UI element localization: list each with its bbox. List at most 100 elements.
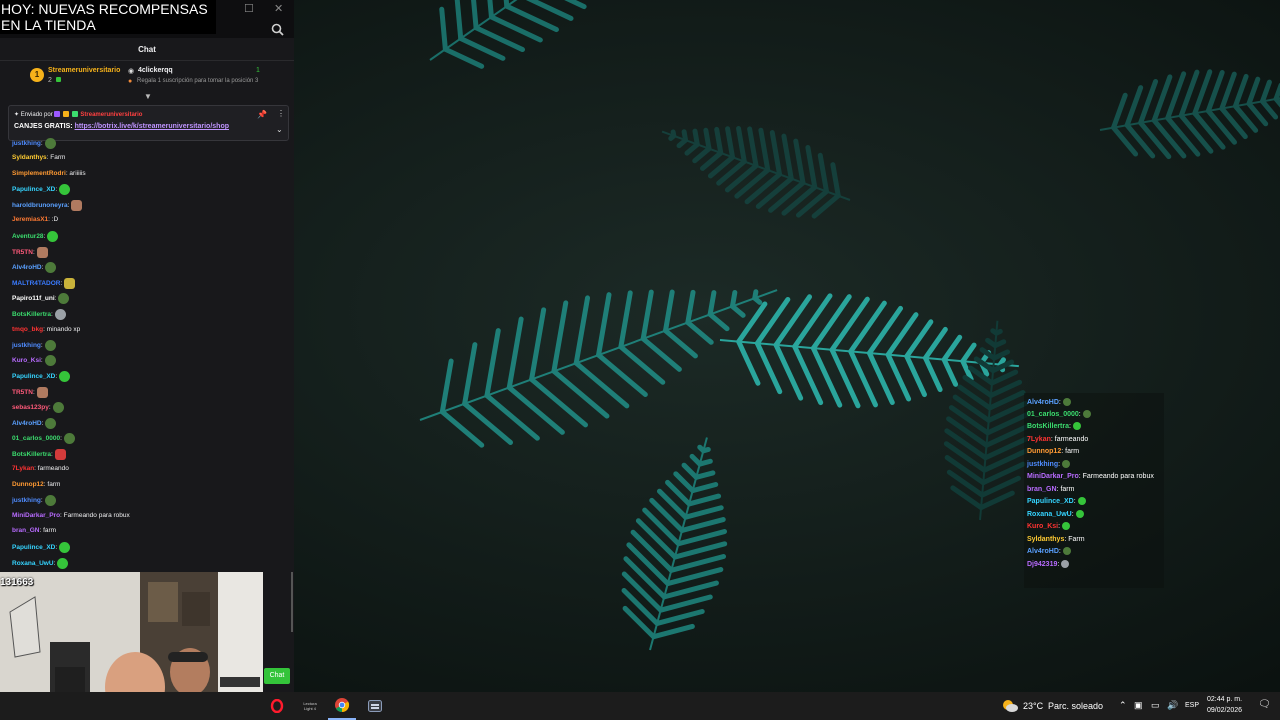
chat-username[interactable]: MiniDarkar_Pro	[12, 512, 60, 519]
chat-message: tmqo_bkg: minando xp	[12, 325, 80, 335]
overlay-username: 01_carlos_0000	[1027, 411, 1079, 418]
overlay-text: : Farmeando para robux	[1078, 473, 1154, 480]
chevron-down-icon[interactable]: ⌄	[276, 125, 283, 134]
maximize-icon[interactable]: ☐	[244, 2, 254, 15]
chat-username[interactable]: TR5TN	[12, 249, 33, 256]
notifications-icon[interactable]: 🗨	[1258, 699, 1271, 710]
overlay-username: bran_GN	[1027, 486, 1057, 493]
chevron-down-icon[interactable]: ▼	[144, 92, 152, 101]
emote-icon	[57, 558, 69, 569]
chat-toggle-button[interactable]: Chat	[264, 668, 290, 684]
leaderboard-second-user[interactable]: 4clickerqq	[138, 67, 173, 74]
pinned-sender[interactable]: Streameruniversitario	[80, 112, 142, 118]
chat-username[interactable]: 01_carlos_0000	[12, 435, 60, 442]
overlay-message: BotsKillertra:	[1027, 422, 1081, 432]
chat-username[interactable]: justkhing	[12, 342, 41, 349]
chat-message: bran_GN: farm	[12, 526, 56, 536]
chat-text: :	[53, 560, 56, 568]
chat-message: justkhing:	[12, 138, 56, 149]
chat-message: Papiro11f_uni:	[12, 293, 70, 304]
pinned-sender-row: ✦ Enviado por Streameruniversitario	[14, 111, 142, 118]
overlay-username: MiniDarkar_Pro	[1027, 473, 1079, 480]
weather-temp[interactable]: 23°C	[1023, 701, 1043, 711]
opera-icon[interactable]	[264, 692, 290, 720]
chat-username[interactable]: MALTR4TADOR	[12, 280, 61, 287]
pinned-link[interactable]: https://botrix.live/k/streameruniversita…	[75, 123, 229, 130]
chat-username[interactable]: Papiro11f_uni	[12, 295, 55, 302]
emote-icon	[71, 200, 83, 211]
gift-icon	[56, 77, 61, 82]
leaderboard-top-user[interactable]: Streameruniversitario	[48, 67, 120, 74]
chat-username[interactable]: tmqo_bkg	[12, 326, 43, 333]
overlay-text: :	[1057, 561, 1060, 568]
emote-icon	[36, 387, 48, 398]
close-icon[interactable]: ✕	[274, 2, 283, 15]
language-indicator[interactable]: ESP	[1185, 702, 1199, 709]
search-icon[interactable]	[270, 22, 286, 38]
chat-username[interactable]: Alv4roHD	[12, 420, 42, 427]
leaderboard-top-count: 2	[48, 77, 52, 84]
badge-icon	[54, 111, 61, 118]
app-window-icon[interactable]	[362, 692, 388, 720]
chat-username[interactable]: Papulince_XD	[12, 544, 55, 551]
overlay-username: Alv4roHD	[1027, 399, 1059, 406]
chat-popout-window: HOY: NUEVAS RECOMPENSAS EN LA TIENDA ☐ ✕…	[0, 0, 294, 692]
clock-time[interactable]: 02:44 p. m.	[1207, 696, 1242, 703]
chevron-up-icon[interactable]: ⌃	[1119, 700, 1127, 711]
chat-message: Aventur28:	[12, 231, 59, 242]
chat-username[interactable]: Kuro_Ksi	[12, 357, 41, 364]
chat-username[interactable]: Dunnop12	[12, 481, 44, 488]
chat-username[interactable]: JeremiasX1	[12, 216, 48, 223]
chat-username[interactable]: justkhing	[12, 497, 41, 504]
overlay-message: Dunnop12: farm	[1027, 447, 1079, 457]
chat-text: :	[55, 186, 58, 194]
chat-message: Syldanthys: Farm	[12, 153, 65, 163]
volume-icon[interactable]: 🔊	[1167, 700, 1178, 711]
pinned-message[interactable]: ✦ Enviado por Streameruniversitario CANJ…	[8, 105, 289, 141]
more-options-icon[interactable]: ⋮	[277, 109, 285, 118]
lectura-app-label: Lectura Light 4	[303, 701, 317, 711]
chat-username[interactable]: justkhing	[12, 140, 41, 147]
chat-text: : farm	[43, 481, 61, 488]
emote-icon	[54, 309, 66, 320]
gift-leaderboard	[0, 60, 294, 94]
battery-icon[interactable]: ▭	[1151, 700, 1160, 711]
chat-username[interactable]: Roxana_UwU	[12, 560, 54, 567]
chat-message: Kuro_Ksi:	[12, 355, 56, 366]
chat-username[interactable]: Syldanthys	[12, 154, 47, 161]
emote-icon	[1075, 510, 1084, 519]
emote-icon	[1061, 560, 1070, 569]
scrollbar[interactable]	[291, 572, 293, 632]
emote-icon	[64, 278, 76, 289]
chat-text: :	[55, 373, 58, 381]
chat-username[interactable]: Papulince_XD	[12, 373, 55, 380]
chat-message: Papulince_XD:	[12, 184, 71, 195]
chat-username[interactable]: Papulince_XD	[12, 186, 55, 193]
pin-icon[interactable]: 📌	[257, 110, 267, 119]
overlay-message: bran_GN: farm	[1027, 485, 1074, 495]
lectura-app-icon[interactable]: Lectura Light 4	[296, 692, 324, 720]
chat-text: :	[32, 249, 35, 257]
chrome-icon[interactable]	[328, 692, 356, 720]
weather-icon[interactable]	[1000, 692, 1020, 720]
display-icon[interactable]: ▣	[1134, 700, 1143, 711]
pinned-sent-by-label: Enviado por	[20, 112, 53, 118]
chat-username[interactable]: SimplementRodri	[12, 170, 66, 177]
chat-username[interactable]: 7Lykan	[12, 465, 34, 472]
overlay-text: :	[1058, 523, 1061, 530]
clock-date[interactable]: 09/02/2026	[1207, 707, 1242, 714]
chat-username[interactable]: Alv4roHD	[12, 264, 42, 271]
chat-username[interactable]: TR5TN	[12, 389, 33, 396]
chat-username[interactable]: BotsKillertra	[12, 451, 51, 458]
chat-text: :	[51, 311, 53, 319]
chat-username[interactable]: Aventur28	[12, 233, 44, 240]
emote-icon	[59, 542, 71, 553]
emote-icon	[36, 247, 48, 258]
emote-icon	[44, 495, 56, 506]
chat-username[interactable]: sebas123py	[12, 404, 49, 411]
chat-username[interactable]: bran_GN	[12, 527, 39, 534]
chat-username[interactable]: BotsKillertra	[12, 311, 51, 318]
weather-desc[interactable]: Parc. soleado	[1048, 701, 1103, 711]
pinned-message-prefix: CANJES GRATIS:	[14, 123, 73, 130]
chat-username[interactable]: haroldbrunoneyra	[12, 202, 68, 209]
